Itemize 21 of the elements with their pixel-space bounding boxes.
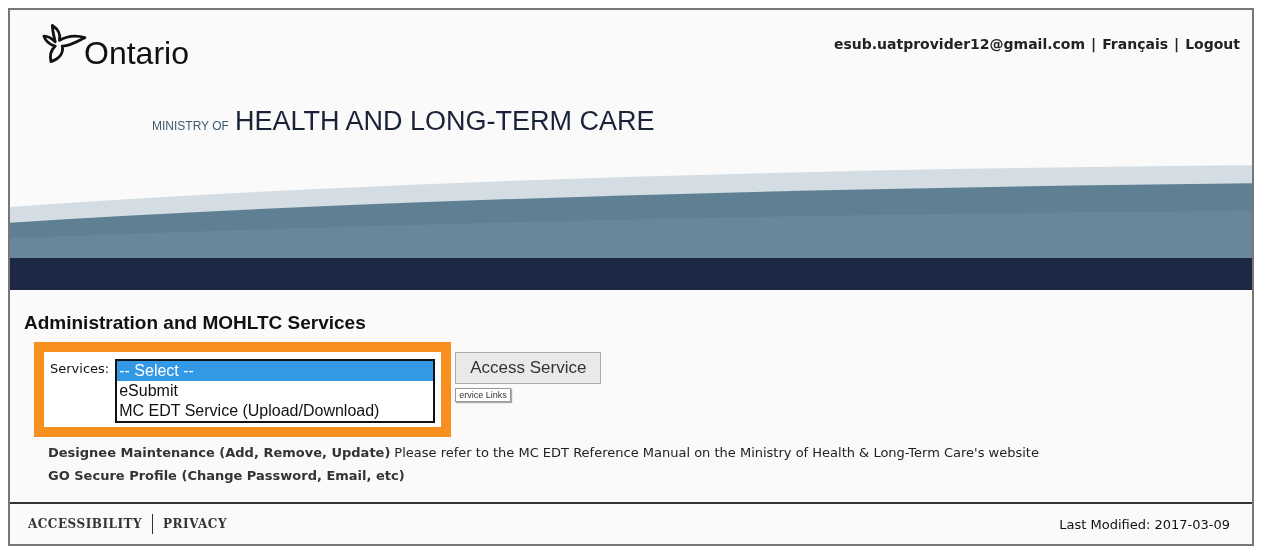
service-link[interactable]: Designee Maintenance (Add, Remove, Update) xyxy=(48,445,391,460)
dropdown-option[interactable]: eSubmit xyxy=(117,381,434,401)
services-label: Services: xyxy=(50,360,110,376)
ministry-prefix: MINISTRY OF xyxy=(152,119,229,133)
header-link[interactable]: Logout xyxy=(1185,36,1240,68)
tooltip: ervice Links xyxy=(455,388,511,402)
account-link[interactable]: esub.uatprovider12@gmail.com xyxy=(833,36,1086,68)
service-link[interactable]: GO Secure Profile (Change Password, Email, etc) xyxy=(48,468,405,483)
footer-link[interactable]: PRIVACY xyxy=(163,517,227,531)
services-dropdown-list[interactable]: -- Select -- eSubmit MC EDT Service (Upload/Download) xyxy=(115,359,436,423)
link-separator: | xyxy=(1091,36,1097,55)
link-separator: | xyxy=(1174,36,1180,55)
footer-link[interactable]: ACCESSIBILITY xyxy=(28,517,143,531)
dropdown-option[interactable]: MC EDT Service (Upload/Download) xyxy=(117,401,434,421)
last-modified-text: Last Modified: 2017-03-09 xyxy=(1059,516,1230,532)
section-title: Administration and MOHLTC Services xyxy=(24,312,367,334)
ontario-logo-text: Ontario xyxy=(84,35,189,72)
reference-note: Please refer to the MC EDT Reference Manual on the Ministry of Health & Long-Term Care's website xyxy=(394,445,1039,460)
ministry-name: HEALTH AND LONG-TERM CARE xyxy=(234,106,655,137)
header-link[interactable]: Français xyxy=(1102,36,1169,68)
access-service-button[interactable]: Access Service xyxy=(455,352,602,384)
